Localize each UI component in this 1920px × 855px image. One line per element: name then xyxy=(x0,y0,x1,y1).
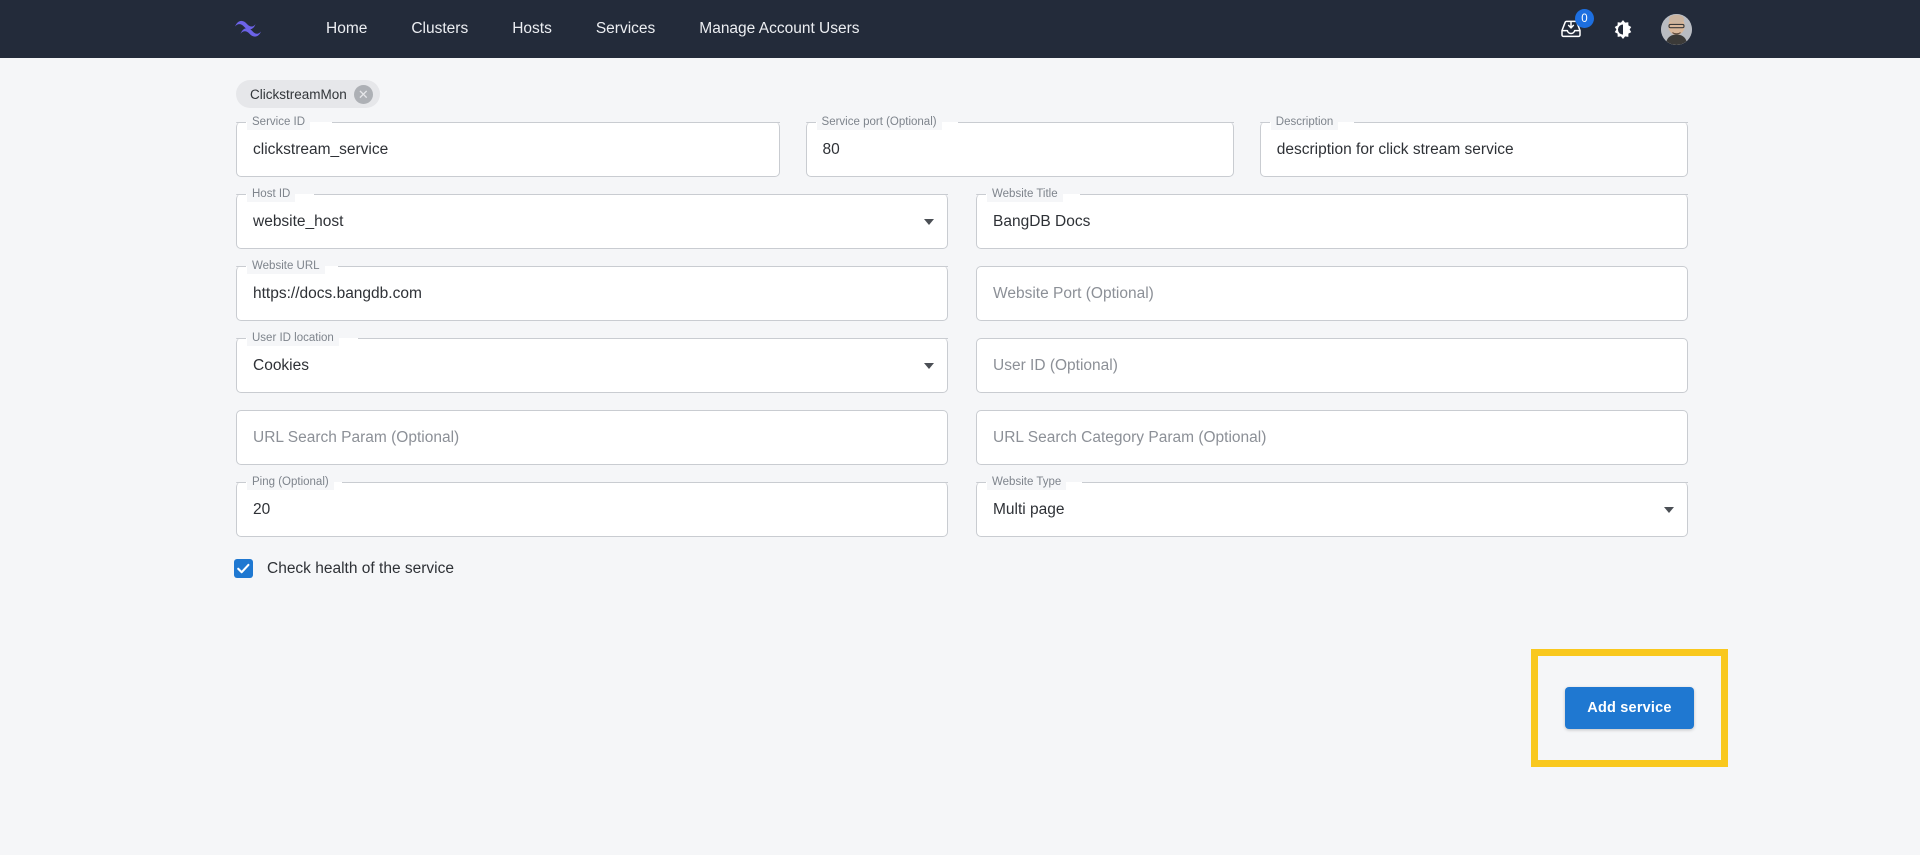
user-id-field[interactable] xyxy=(976,338,1688,393)
form-row: User ID location Cookies xyxy=(236,330,1688,393)
page-content: ClickstreamMon ✕ Service ID Service port… xyxy=(0,58,1920,767)
chip-row: ClickstreamMon ✕ xyxy=(0,58,1920,108)
add-service-highlight: Add service xyxy=(1531,649,1728,767)
form-row xyxy=(236,410,1688,465)
user-id-input[interactable] xyxy=(977,339,1687,392)
nav-links: Home Clusters Hosts Services Manage Acco… xyxy=(304,0,882,58)
ping-field[interactable]: Ping (Optional) xyxy=(236,474,948,537)
check-health-checkbox[interactable] xyxy=(234,559,253,578)
nav-link-manage-account-users[interactable]: Manage Account Users xyxy=(677,0,881,58)
service-port-input[interactable] xyxy=(806,123,1233,176)
website-title-input[interactable] xyxy=(977,195,1687,248)
nav-link-clusters[interactable]: Clusters xyxy=(389,0,490,58)
add-service-form: Service ID Service port (Optional) Descr… xyxy=(236,114,1689,537)
notifications-button[interactable]: 0 xyxy=(1557,9,1594,43)
website-url-input[interactable] xyxy=(237,267,947,320)
url-search-category-param-field[interactable] xyxy=(976,410,1688,465)
selected-monitor-chip[interactable]: ClickstreamMon ✕ xyxy=(236,80,380,108)
ping-input[interactable] xyxy=(237,483,947,536)
check-health-row: Check health of the service xyxy=(234,559,1920,578)
website-type-field[interactable]: Website Type Multi page xyxy=(976,474,1688,537)
close-circle-icon[interactable]: ✕ xyxy=(353,84,373,104)
url-search-param-field[interactable] xyxy=(236,410,948,465)
nav-link-services[interactable]: Services xyxy=(574,0,677,58)
add-service-button[interactable]: Add service xyxy=(1565,687,1694,729)
service-id-field[interactable]: Service ID xyxy=(236,114,780,177)
check-health-label: Check health of the service xyxy=(267,559,454,577)
description-input[interactable] xyxy=(1260,123,1687,176)
host-id-field[interactable]: Host ID website_host xyxy=(236,186,948,249)
bangdb-wave-logo-icon[interactable] xyxy=(226,12,270,46)
website-type-value[interactable]: Multi page xyxy=(977,483,1687,536)
website-port-field[interactable] xyxy=(976,266,1688,321)
checkmark-icon xyxy=(237,563,250,574)
theme-toggle-button[interactable] xyxy=(1609,15,1637,43)
service-port-field[interactable]: Service port (Optional) xyxy=(805,114,1234,177)
nav-link-hosts[interactable]: Hosts xyxy=(490,0,574,58)
form-row: Service ID Service port (Optional) Descr… xyxy=(236,114,1689,177)
url-search-category-param-input[interactable] xyxy=(977,411,1687,464)
form-row: Website URL xyxy=(236,258,1688,321)
website-port-input[interactable] xyxy=(977,267,1687,320)
top-navbar: Home Clusters Hosts Services Manage Acco… xyxy=(0,0,1920,58)
navbar-actions: 0 xyxy=(1557,0,1692,58)
notifications-badge: 0 xyxy=(1575,9,1594,28)
avatar[interactable] xyxy=(1661,13,1692,45)
website-url-field[interactable]: Website URL xyxy=(236,258,948,321)
host-id-value[interactable]: website_host xyxy=(237,195,947,248)
form-row: Host ID website_host Website Title xyxy=(236,186,1688,249)
form-row: Ping (Optional) Website Type Multi page xyxy=(236,474,1688,537)
user-id-location-value[interactable]: Cookies xyxy=(237,339,947,392)
brightness-contrast-icon xyxy=(1614,20,1632,39)
website-title-field[interactable]: Website Title xyxy=(976,186,1688,249)
url-search-param-input[interactable] xyxy=(237,411,947,464)
user-id-location-field[interactable]: User ID location Cookies xyxy=(236,330,948,393)
service-id-input[interactable] xyxy=(237,123,779,176)
description-field[interactable]: Description xyxy=(1259,114,1689,177)
chip-label: ClickstreamMon xyxy=(250,86,347,102)
nav-link-home[interactable]: Home xyxy=(304,0,389,58)
